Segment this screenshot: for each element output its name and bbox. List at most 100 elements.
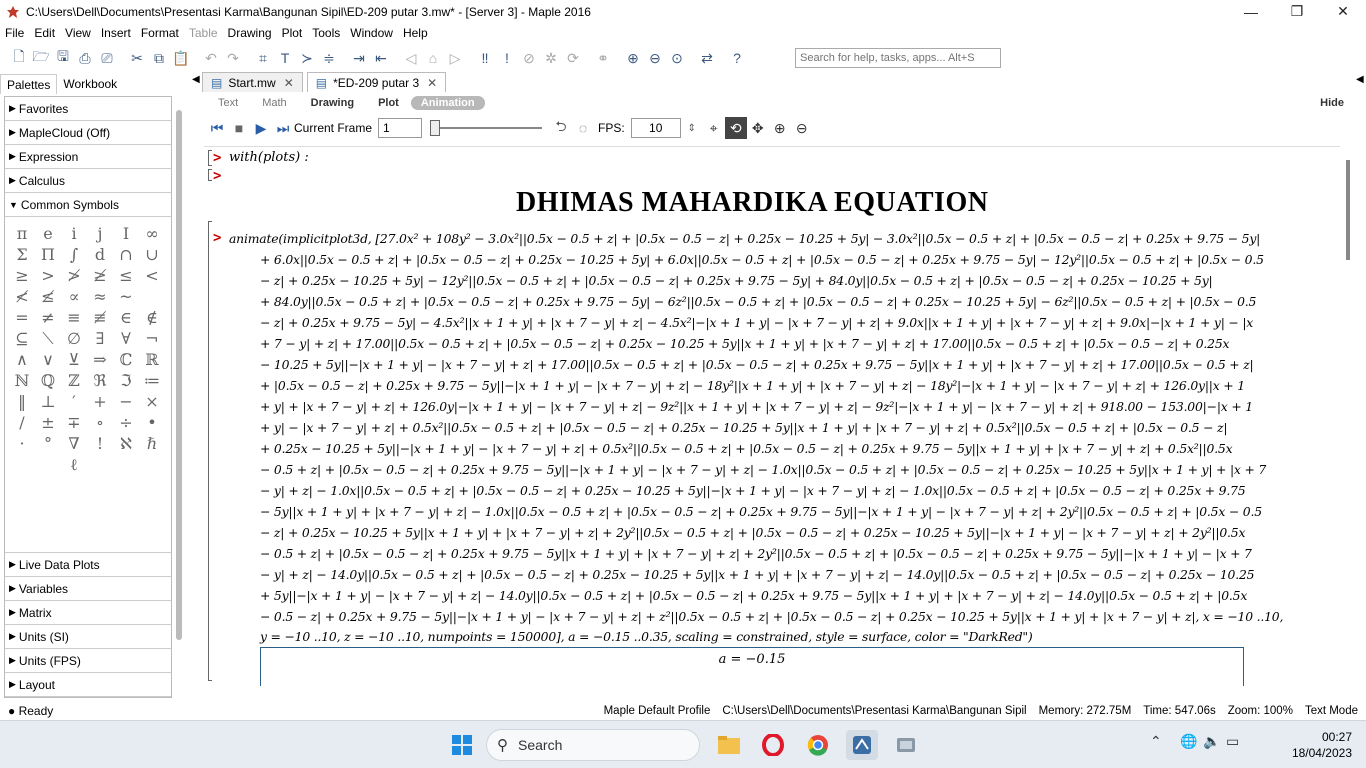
palette-symbol[interactable]: Π [35, 244, 61, 265]
tab-workbook[interactable]: Workbook [57, 74, 123, 94]
palette-symbol[interactable]: • [139, 412, 165, 433]
palette-symbol[interactable]: ∧ [9, 349, 35, 370]
collapse-right-icon[interactable]: ◀ [1356, 74, 1364, 85]
palette-variables[interactable]: ▶ Variables [5, 577, 171, 601]
palette-symbol[interactable]: ± [35, 412, 61, 433]
point-probe-icon[interactable]: ⌖ [703, 117, 725, 139]
paste-icon[interactable]: 📋 [170, 47, 192, 69]
palette-symbol[interactable]: ∉ [139, 307, 165, 328]
equation-line[interactable]: + 6.0x||0.5x − 0.5 + z| + |0.5x − 0.5 − … [260, 252, 1264, 267]
palette-symbol[interactable]: ∫ [61, 244, 87, 265]
palette-symbol[interactable]: ∘ [87, 412, 113, 433]
menu-tools[interactable]: Tools [307, 26, 345, 40]
toggle-icon[interactable]: ⇄ [696, 47, 718, 69]
palette-expression[interactable]: ▶ Expression [5, 145, 171, 169]
minimize-button[interactable]: — [1228, 0, 1274, 23]
equation-line[interactable]: − 0.5 + z| + |0.5x − 0.5 − z| + 0.25x + … [260, 546, 1252, 561]
volume-icon[interactable]: 🔈 [1203, 733, 1220, 750]
indent-icon[interactable]: ⇥ [348, 47, 370, 69]
print-icon[interactable]: ⎙ [74, 47, 96, 69]
tab-start[interactable]: ▤ Start.mw ✕ [202, 72, 303, 92]
palette-symbol[interactable]: ∪ [139, 244, 165, 265]
redo-icon[interactable]: ↷ [222, 47, 244, 69]
palette-live-data-plots[interactable]: ▶ Live Data Plots [5, 553, 171, 577]
back-icon[interactable]: ◁ [400, 47, 422, 69]
palette-symbol[interactable]: ¬ [139, 328, 165, 349]
equation-line[interactable]: − z| + 0.25x − 10.25 + 5y| − 12y²||0.5x … [260, 273, 1213, 288]
equation-line[interactable]: − y| + z| − 14.0y||0.5x − 0.5 + z| + |0.… [260, 567, 1255, 582]
chrome-icon[interactable] [802, 730, 834, 760]
taskbar-clock[interactable]: 00:27 18/04/2023 [1282, 729, 1352, 761]
execute-icon[interactable]: ! [496, 47, 518, 69]
menu-window[interactable]: Window [345, 26, 398, 40]
palette-symbol[interactable] [35, 454, 61, 475]
chevron-up-icon[interactable]: ⌃ [1150, 733, 1162, 750]
palette-layout[interactable]: ▶ Layout [5, 673, 171, 697]
palette-symbol[interactable]: ⇒ [87, 349, 113, 370]
maple-server-icon[interactable] [890, 730, 922, 760]
palette-units-fps[interactable]: ▶ Units (FPS) [5, 649, 171, 673]
section-icon[interactable]: ≑ [318, 47, 340, 69]
next-frame-icon[interactable]: ⏭ [272, 117, 294, 139]
fps-field[interactable]: 10 [630, 118, 681, 138]
status-mode[interactable]: Text Mode [1305, 705, 1358, 717]
tab-ed209[interactable]: ▤ *ED-209 putar 3 ✕ [306, 72, 447, 92]
equation-line[interactable]: + 0.25x − 10.25 + 5y||−|x + 1 + y| − |x … [260, 441, 1233, 456]
palette-symbol[interactable]: ∅ [61, 328, 87, 349]
file-explorer-icon[interactable] [713, 730, 745, 760]
animate-command-end[interactable]: y = −10 ..10, z = −10 ..10, numpoints = … [260, 629, 1033, 644]
current-frame-field[interactable]: 1 [378, 118, 423, 138]
palette-symbol[interactable]: ℚ [35, 370, 61, 391]
restore-button[interactable]: ❐ [1274, 0, 1320, 23]
ctx-tab-drawing[interactable]: Drawing [299, 97, 366, 109]
help-search-input[interactable] [795, 48, 1001, 68]
palette-symbol[interactable]: ‖ [9, 391, 35, 412]
equation-line[interactable]: + y| + |x + 7 − y| + z| + 126.0y|−|x + 1… [260, 399, 1253, 414]
equation-line[interactable]: − 0.5 + z| + |0.5x − 0.5 − z| + 0.25x + … [260, 462, 1266, 477]
close-tab-icon[interactable]: ✕ [284, 76, 294, 90]
text-mode-icon[interactable]: T [274, 47, 296, 69]
equation-line[interactable]: − z| + 0.25x + 9.75 − 5y| − 4.5x²||x + 1… [260, 315, 1253, 330]
collapse-left-icon[interactable]: ◀ [192, 74, 200, 85]
animation-plot[interactable]: a = −0.15 [260, 647, 1244, 686]
with-plots-command[interactable]: with(plots) : [229, 150, 309, 165]
pan-icon[interactable]: ✥ [747, 117, 769, 139]
palette-calculus[interactable]: ▶ Calculus [5, 169, 171, 193]
equation-line[interactable]: − z| + 0.25x − 10.25 + 5y||x + 1 + y| + … [260, 525, 1245, 540]
palette-common-symbols[interactable]: ▼ Common Symbols [5, 193, 171, 217]
print-preview-icon[interactable]: ⎚ [96, 47, 118, 69]
palette-symbol[interactable]: ≈ [87, 286, 113, 307]
worksheet[interactable]: > with(plots) : > DHIMAS MAHARDIKA EQUAT… [204, 146, 1340, 686]
palette-symbol[interactable]: ℓ [61, 454, 87, 475]
zoom-out-icon[interactable]: ⊖ [791, 117, 813, 139]
palette-maplecloud[interactable]: ▶ MapleCloud (Off) [5, 121, 171, 145]
new-document-icon[interactable]: 🗋 [8, 47, 30, 69]
palette-symbol[interactable]: ≤ [113, 265, 139, 286]
palette-symbol[interactable]: ~ [113, 286, 139, 307]
palette-symbol[interactable]: + [87, 391, 113, 412]
palette-symbol[interactable]: ≡ [61, 307, 87, 328]
zoom-out-icon[interactable]: ⊖ [644, 47, 666, 69]
menu-edit[interactable]: Edit [29, 26, 60, 40]
palette-symbol[interactable]: ℵ [113, 433, 139, 454]
palette-symbol[interactable]: ℤ [61, 370, 87, 391]
rotate-icon[interactable]: ⟲ [724, 117, 747, 139]
fps-spinner-icon[interactable]: ⇕ [681, 117, 703, 139]
palette-symbol[interactable]: ! [87, 433, 113, 454]
stop-icon[interactable]: ⊘ [518, 47, 540, 69]
palette-symbol[interactable]: ≢ [87, 307, 113, 328]
palette-symbol[interactable] [9, 454, 35, 475]
taskbar-search[interactable]: ⚲ Search [486, 729, 700, 761]
palette-symbol[interactable]: i [61, 223, 87, 244]
palette-symbol[interactable]: ′ [61, 391, 87, 412]
palette-symbol[interactable]: / [9, 412, 35, 433]
document-scrollbar[interactable] [1346, 160, 1350, 260]
opera-icon[interactable] [757, 730, 789, 760]
loop-icon[interactable]: ⮌ [550, 117, 572, 139]
palette-symbol[interactable]: ⟍ [35, 328, 61, 349]
palette-matrix[interactable]: ▶ Matrix [5, 601, 171, 625]
palette-symbol[interactable]: ⊥ [35, 391, 61, 412]
palette-symbol[interactable]: ℂ [113, 349, 139, 370]
open-icon[interactable]: 🗁 [30, 47, 52, 69]
copy-icon[interactable]: ⧉ [148, 47, 170, 69]
